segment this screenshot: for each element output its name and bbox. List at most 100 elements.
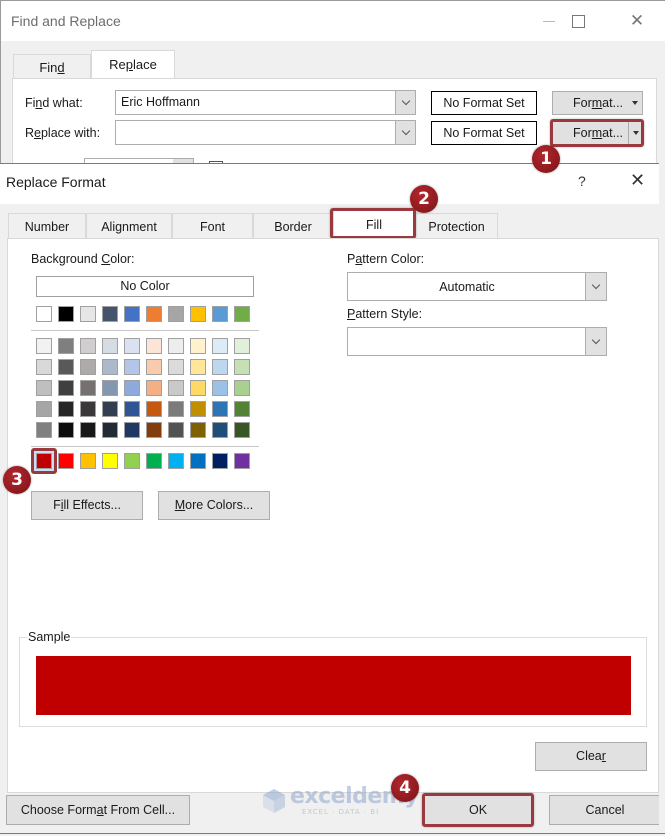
color-swatch-tint1-5[interactable] [124,338,140,354]
color-swatch-tint2-2[interactable] [58,359,74,375]
replace-with-input[interactable] [115,120,416,145]
color-swatch-tint3-7[interactable] [168,380,184,396]
tab-find[interactable]: Find [13,54,91,80]
close-icon[interactable]: ✕ [625,9,649,33]
pattern-style-dropdown-button[interactable] [585,328,606,355]
color-swatch-theme-6[interactable] [146,306,162,322]
color-swatch-tint2-4[interactable] [102,359,118,375]
pattern-color-value: Automatic [439,280,495,294]
color-swatch-tint3-9[interactable] [212,380,228,396]
color-swatch-tint4-1[interactable] [36,401,52,417]
more-colors-button[interactable]: More Colors... [158,491,270,520]
color-swatch-tint3-2[interactable] [58,380,74,396]
cancel-button[interactable]: Cancel [549,795,661,825]
color-swatch-tint5-10[interactable] [234,422,250,438]
color-swatch-tint3-5[interactable] [124,380,140,396]
help-icon[interactable]: ? [578,173,586,189]
color-swatch-tint4-10[interactable] [234,401,250,417]
find-format-preview: No Format Set [431,91,537,115]
tab-number[interactable]: Number [8,213,86,239]
replace-with-dropdown[interactable] [395,121,415,144]
tab-alignment[interactable]: Alignment [86,213,172,239]
color-swatch-theme-8[interactable] [190,306,206,322]
color-swatch-tint1-7[interactable] [168,338,184,354]
color-swatch-theme-9[interactable] [212,306,228,322]
tab-font[interactable]: Font [172,213,253,239]
tab-protection[interactable]: Protection [415,213,498,239]
color-swatch-theme-5[interactable] [124,306,140,322]
color-swatch-tint2-10[interactable] [234,359,250,375]
color-swatch-tint3-8[interactable] [190,380,206,396]
color-swatch-standard-3[interactable] [80,453,96,469]
color-swatch-theme-2[interactable] [58,306,74,322]
color-swatch-tint1-4[interactable] [102,338,118,354]
color-swatch-tint4-9[interactable] [212,401,228,417]
choose-format-from-cell-button[interactable]: Choose Format From Cell... [6,795,190,825]
color-swatch-tint5-2[interactable] [58,422,74,438]
color-swatch-theme-10[interactable] [234,306,250,322]
color-swatch-standard-1[interactable] [36,453,52,469]
color-swatch-tint1-3[interactable] [80,338,96,354]
maximize-icon[interactable] [566,9,590,33]
color-swatch-tint5-7[interactable] [168,422,184,438]
color-swatch-tint1-9[interactable] [212,338,228,354]
color-swatch-tint4-3[interactable] [80,401,96,417]
color-swatch-tint2-8[interactable] [190,359,206,375]
color-swatch-tint2-5[interactable] [124,359,140,375]
color-swatch-theme-7[interactable] [168,306,184,322]
color-swatch-standard-6[interactable] [146,453,162,469]
color-swatch-tint5-3[interactable] [80,422,96,438]
find-format-button[interactable]: Format... [552,91,643,115]
color-swatch-tint1-8[interactable] [190,338,206,354]
color-swatch-tint1-2[interactable] [58,338,74,354]
color-swatch-tint5-1[interactable] [36,422,52,438]
pattern-color-dropdown-button[interactable] [585,273,606,300]
tab-replace[interactable]: Replace [91,50,175,78]
color-swatch-tint2-1[interactable] [36,359,52,375]
color-swatch-tint5-8[interactable] [190,422,206,438]
color-swatch-tint2-7[interactable] [168,359,184,375]
no-color-button[interactable]: No Color [36,276,254,297]
color-swatch-theme-1[interactable] [36,306,52,322]
color-swatch-standard-4[interactable] [102,453,118,469]
find-what-input[interactable]: Eric Hoffmann [115,90,416,115]
color-swatch-tint5-4[interactable] [102,422,118,438]
color-swatch-tint3-6[interactable] [146,380,162,396]
color-swatch-tint4-5[interactable] [124,401,140,417]
color-swatch-standard-8[interactable] [190,453,206,469]
color-swatch-standard-2[interactable] [58,453,74,469]
color-swatch-tint3-3[interactable] [80,380,96,396]
color-swatch-tint2-9[interactable] [212,359,228,375]
find-format-dropdown-arrow[interactable] [628,92,642,114]
color-swatch-tint1-10[interactable] [234,338,250,354]
color-swatch-theme-4[interactable] [102,306,118,322]
color-swatch-tint5-6[interactable] [146,422,162,438]
color-swatch-tint2-6[interactable] [146,359,162,375]
color-swatch-tint4-2[interactable] [58,401,74,417]
fill-effects-button[interactable]: Fill Effects... [31,491,143,520]
color-swatch-tint4-7[interactable] [168,401,184,417]
color-swatch-standard-10[interactable] [234,453,250,469]
color-swatch-tint4-6[interactable] [146,401,162,417]
color-swatch-tint2-3[interactable] [80,359,96,375]
color-swatch-tint1-6[interactable] [146,338,162,354]
color-swatch-standard-9[interactable] [212,453,228,469]
tab-border[interactable]: Border [253,213,333,239]
color-swatch-tint5-9[interactable] [212,422,228,438]
color-swatch-tint3-4[interactable] [102,380,118,396]
pattern-style-dropdown[interactable] [347,327,607,356]
color-swatch-standard-7[interactable] [168,453,184,469]
color-swatch-tint4-8[interactable] [190,401,206,417]
color-swatch-tint1-1[interactable] [36,338,52,354]
color-swatch-tint5-5[interactable] [124,422,140,438]
clear-button[interactable]: Clear [535,742,647,771]
close-icon[interactable]: ✕ [630,170,645,191]
minimize-icon[interactable] [537,9,561,33]
color-swatch-tint4-4[interactable] [102,401,118,417]
color-swatch-standard-5[interactable] [124,453,140,469]
color-swatch-tint3-1[interactable] [36,380,52,396]
color-swatch-theme-3[interactable] [80,306,96,322]
find-what-dropdown[interactable] [395,91,415,114]
color-swatch-tint3-10[interactable] [234,380,250,396]
pattern-color-dropdown[interactable]: Automatic [347,272,607,301]
